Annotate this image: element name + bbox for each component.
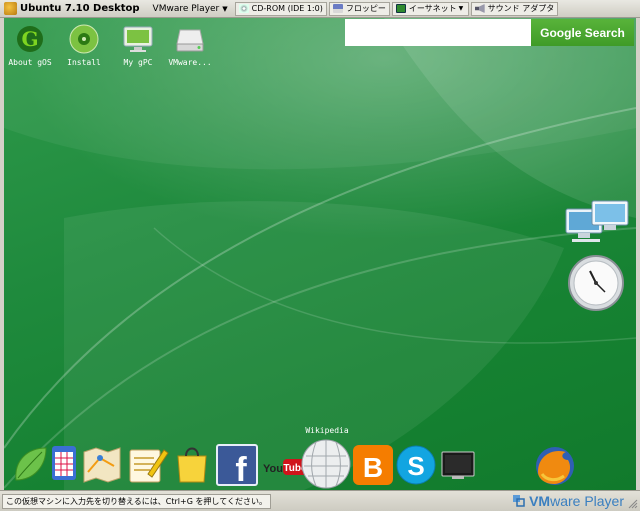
google-search-widget: Google Search (345, 19, 634, 46)
spreadsheet-icon[interactable] (50, 444, 80, 488)
skype-icon[interactable]: S (394, 444, 438, 490)
ethernet-icon (395, 4, 406, 13)
desktop-icon-label: My gPC (123, 58, 153, 67)
vmware-brand-suffix: ware Player (550, 493, 624, 509)
vmware-app-icon (4, 2, 17, 15)
desktop-icon-label: About gOS (8, 58, 52, 67)
document-editor-icon[interactable] (126, 444, 170, 488)
window-title: Ubuntu 7.10 Desktop (20, 3, 140, 14)
vmware-logo-icon (513, 495, 525, 507)
desktop-icon-about-gos[interactable]: G About gOS (4, 24, 59, 67)
facebook-icon-letter: f (235, 451, 247, 486)
speaker-icon (474, 4, 485, 13)
chevron-down-icon: ▼ (458, 5, 464, 12)
ethernet-device-label: イーサネット (408, 4, 457, 13)
skype-icon-letter: S (407, 451, 424, 481)
network-computers-icon[interactable] (564, 199, 632, 253)
gos-logo-icon: G (15, 24, 45, 54)
google-search-button[interactable]: Google Search (531, 19, 634, 46)
desktop-icon-my-gpc[interactable]: My gPC (109, 24, 167, 67)
blogger-icon-letter: B (363, 452, 383, 483)
leaf-icon[interactable] (10, 444, 50, 488)
desktop-icon-label: Install (67, 58, 101, 67)
desktop-icon-label: VMware... (168, 58, 212, 67)
vmware-brand-prefix: VM (529, 493, 551, 509)
maps-icon[interactable] (80, 444, 124, 488)
facebook-icon[interactable]: f (216, 444, 258, 490)
wikipedia-icon[interactable] (300, 438, 352, 490)
window-titlebar: Ubuntu 7.10 Desktop VMware Player ▼ CD-R… (0, 0, 640, 18)
cdrom-icon (238, 4, 249, 13)
wallpaper-swooshes (4, 18, 636, 490)
cdrom-device-label: CD-ROM (IDE 1:0) (251, 4, 323, 13)
cdrom-device-button[interactable]: CD-ROM (IDE 1:0) (234, 1, 327, 16)
dock-hover-label: Wikipedia (305, 426, 349, 435)
clock-icon[interactable] (567, 254, 625, 316)
search-input[interactable] (345, 19, 531, 46)
guest-desktop[interactable]: G About gOS Install My gPC VMware... Goo… (4, 18, 636, 490)
desktop-icon-install[interactable]: Install (55, 24, 113, 67)
vmware-player-menu-label: VMware Player (152, 3, 220, 14)
floppy-device-label: フロッピー (345, 4, 386, 13)
status-bar: この仮想マシンに入力先を切り替えるには、Ctrl+G を押してください。 VM w… (0, 490, 640, 511)
youtube-icon-you: You (263, 463, 283, 475)
chevron-down-icon: ▼ (222, 4, 228, 13)
desktop-icon-vmware[interactable]: VMware... (161, 24, 219, 67)
resize-grip-icon[interactable] (628, 499, 638, 509)
vmware-player-menu[interactable]: VMware Player ▼ (150, 4, 231, 14)
install-disc-icon (69, 24, 99, 54)
vmware-player-brand: VM ware Player (512, 493, 624, 509)
blogger-icon[interactable]: B (351, 444, 395, 490)
monitor-icon (123, 24, 153, 54)
drive-icon (175, 24, 205, 54)
floppy-icon (332, 4, 343, 13)
ethernet-device-button[interactable]: イーサネット ▼ (391, 1, 469, 16)
status-hint-text: この仮想マシンに入力先を切り替えるには、Ctrl+G を押してください。 (2, 493, 271, 509)
shopping-bag-icon[interactable] (174, 444, 210, 488)
display-icon[interactable] (440, 450, 478, 486)
sound-device-label: サウンド アダプタ (487, 4, 555, 13)
firefox-icon[interactable] (532, 444, 578, 490)
svg-text:G: G (21, 27, 38, 51)
sound-device-button[interactable]: サウンド アダプタ (470, 1, 559, 16)
floppy-device-button[interactable]: フロッピー (328, 1, 390, 16)
